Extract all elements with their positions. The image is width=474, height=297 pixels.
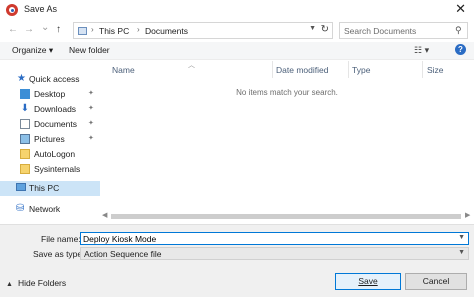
up-arrow-icon[interactable]: ↑ xyxy=(56,24,61,35)
sidebar-item-label: Pictures xyxy=(34,134,65,144)
download-icon: ⬇ xyxy=(20,103,30,114)
scrollbar-thumb[interactable] xyxy=(111,214,461,219)
chevron-down-icon[interactable]: ▼ xyxy=(458,234,465,241)
pin-icon: ✦ xyxy=(88,90,94,97)
save-button-label: Save xyxy=(358,276,378,286)
scroll-right-icon[interactable]: ▶ xyxy=(465,211,470,219)
breadcrumb-documents[interactable]: Documents xyxy=(145,26,188,36)
search-input[interactable] xyxy=(344,25,449,37)
folder-icon xyxy=(78,27,87,35)
sidebar-item-label: Quick access xyxy=(29,74,80,84)
save-as-type-select[interactable]: Action Sequence file ▼ xyxy=(80,247,469,260)
sidebar-item-downloads[interactable]: ⬇ Downloads ✦ xyxy=(0,102,100,117)
empty-folder-message: No items match your search. xyxy=(236,88,338,97)
back-arrow-icon[interactable]: ← xyxy=(8,24,18,35)
network-icon: ⛁ xyxy=(16,203,25,214)
file-name-input[interactable] xyxy=(83,234,453,244)
computer-icon xyxy=(16,183,26,191)
file-name-label: File name: xyxy=(41,234,81,244)
new-folder-button[interactable]: New folder xyxy=(69,45,110,55)
column-header-size[interactable]: Size xyxy=(427,65,444,75)
sidebar-item-sysinternals[interactable]: Sysinternals xyxy=(0,162,100,177)
folder-icon xyxy=(20,149,30,159)
window-title: Save As xyxy=(24,4,58,14)
sidebar-item-this-pc[interactable]: This PC xyxy=(0,181,100,196)
folder-icon xyxy=(20,164,30,174)
column-divider[interactable] xyxy=(348,61,349,78)
sidebar-item-network[interactable]: ⛁ Network xyxy=(0,202,100,217)
view-options-icon[interactable]: ☷ ▾ xyxy=(414,45,429,56)
organize-button[interactable]: Organize ▾ xyxy=(12,45,53,56)
documents-icon xyxy=(20,119,30,129)
column-divider[interactable] xyxy=(272,61,273,78)
column-header-date-modified[interactable]: Date modified xyxy=(276,65,328,75)
pin-icon: ✦ xyxy=(88,105,94,112)
cancel-button[interactable]: Cancel xyxy=(405,273,467,290)
save-form: File name: ▼ Save as type: Action Sequen… xyxy=(0,224,474,297)
scroll-left-icon[interactable]: ◀ xyxy=(102,211,107,219)
address-bar[interactable]: › This PC › Documents ▼ ↻ xyxy=(73,22,333,39)
file-list-pane: ︿ Name Date modified Type Size No items … xyxy=(100,61,474,224)
forward-arrow-icon[interactable]: → xyxy=(24,24,34,35)
sidebar-item-quick-access[interactable]: ★ Quick access xyxy=(0,72,100,87)
column-header-name[interactable]: Name xyxy=(112,65,135,75)
search-box[interactable]: ⚲ xyxy=(339,22,468,39)
sidebar-item-label: Network xyxy=(29,204,61,214)
sidebar-item-label: Downloads xyxy=(34,104,77,114)
pin-icon: ✦ xyxy=(88,135,94,142)
sidebar-item-label: Documents xyxy=(34,119,77,129)
navigation-pane: ★ Quick access Desktop ✦ ⬇ Downloads ✦ D… xyxy=(0,61,100,224)
star-icon: ★ xyxy=(17,73,26,84)
recent-locations-icon[interactable]: ⌄ xyxy=(41,22,49,33)
sidebar-item-documents[interactable]: Documents ✦ xyxy=(0,117,100,132)
navigation-bar: ← → ⌄ ↑ › This PC › Documents ▼ ↻ ⚲ xyxy=(0,20,474,42)
desktop-icon xyxy=(20,89,30,99)
sidebar-item-pictures[interactable]: Pictures ✦ xyxy=(0,132,100,147)
save-as-type-label: Save as type: xyxy=(33,249,85,259)
chevron-up-icon: ▲ xyxy=(6,281,13,288)
sort-ascending-icon: ︿ xyxy=(188,62,195,69)
save-as-type-value: Action Sequence file xyxy=(84,249,162,259)
sidebar-item-label: This PC xyxy=(29,183,60,193)
breadcrumb-separator: › xyxy=(137,25,140,34)
search-icon[interactable]: ⚲ xyxy=(455,25,462,36)
column-divider[interactable] xyxy=(422,61,423,78)
hide-folders-label: Hide Folders xyxy=(17,278,67,288)
sidebar-item-desktop[interactable]: Desktop ✦ xyxy=(0,87,100,102)
sidebar-item-label: AutoLogon xyxy=(34,149,76,159)
file-name-field[interactable]: ▼ xyxy=(80,232,469,245)
title-bar: Save As ✕ xyxy=(0,0,474,20)
close-icon[interactable]: ✕ xyxy=(455,1,466,17)
horizontal-scrollbar[interactable]: ◀ ▶ xyxy=(100,212,474,221)
command-toolbar: Organize ▾ New folder ☷ ▾ ? xyxy=(0,42,474,60)
app-icon xyxy=(6,4,18,16)
pin-icon: ✦ xyxy=(88,120,94,127)
chevron-down-icon[interactable]: ▼ xyxy=(458,249,465,256)
pictures-icon xyxy=(20,134,30,144)
chevron-down-icon[interactable]: ▼ xyxy=(309,25,316,32)
refresh-icon[interactable]: ↻ xyxy=(321,24,329,35)
sidebar-item-label: Desktop xyxy=(34,89,66,99)
breadcrumb-separator: › xyxy=(91,25,94,34)
breadcrumb-this-pc[interactable]: This PC xyxy=(99,26,129,36)
sidebar-item-autologon[interactable]: AutoLogon xyxy=(0,147,100,162)
save-button[interactable]: Save xyxy=(335,273,401,290)
hide-folders-button[interactable]: ▲ Hide Folders xyxy=(6,278,66,288)
help-icon[interactable]: ? xyxy=(455,44,466,55)
column-header-type[interactable]: Type xyxy=(352,65,370,75)
sidebar-item-label: Sysinternals xyxy=(34,164,81,174)
